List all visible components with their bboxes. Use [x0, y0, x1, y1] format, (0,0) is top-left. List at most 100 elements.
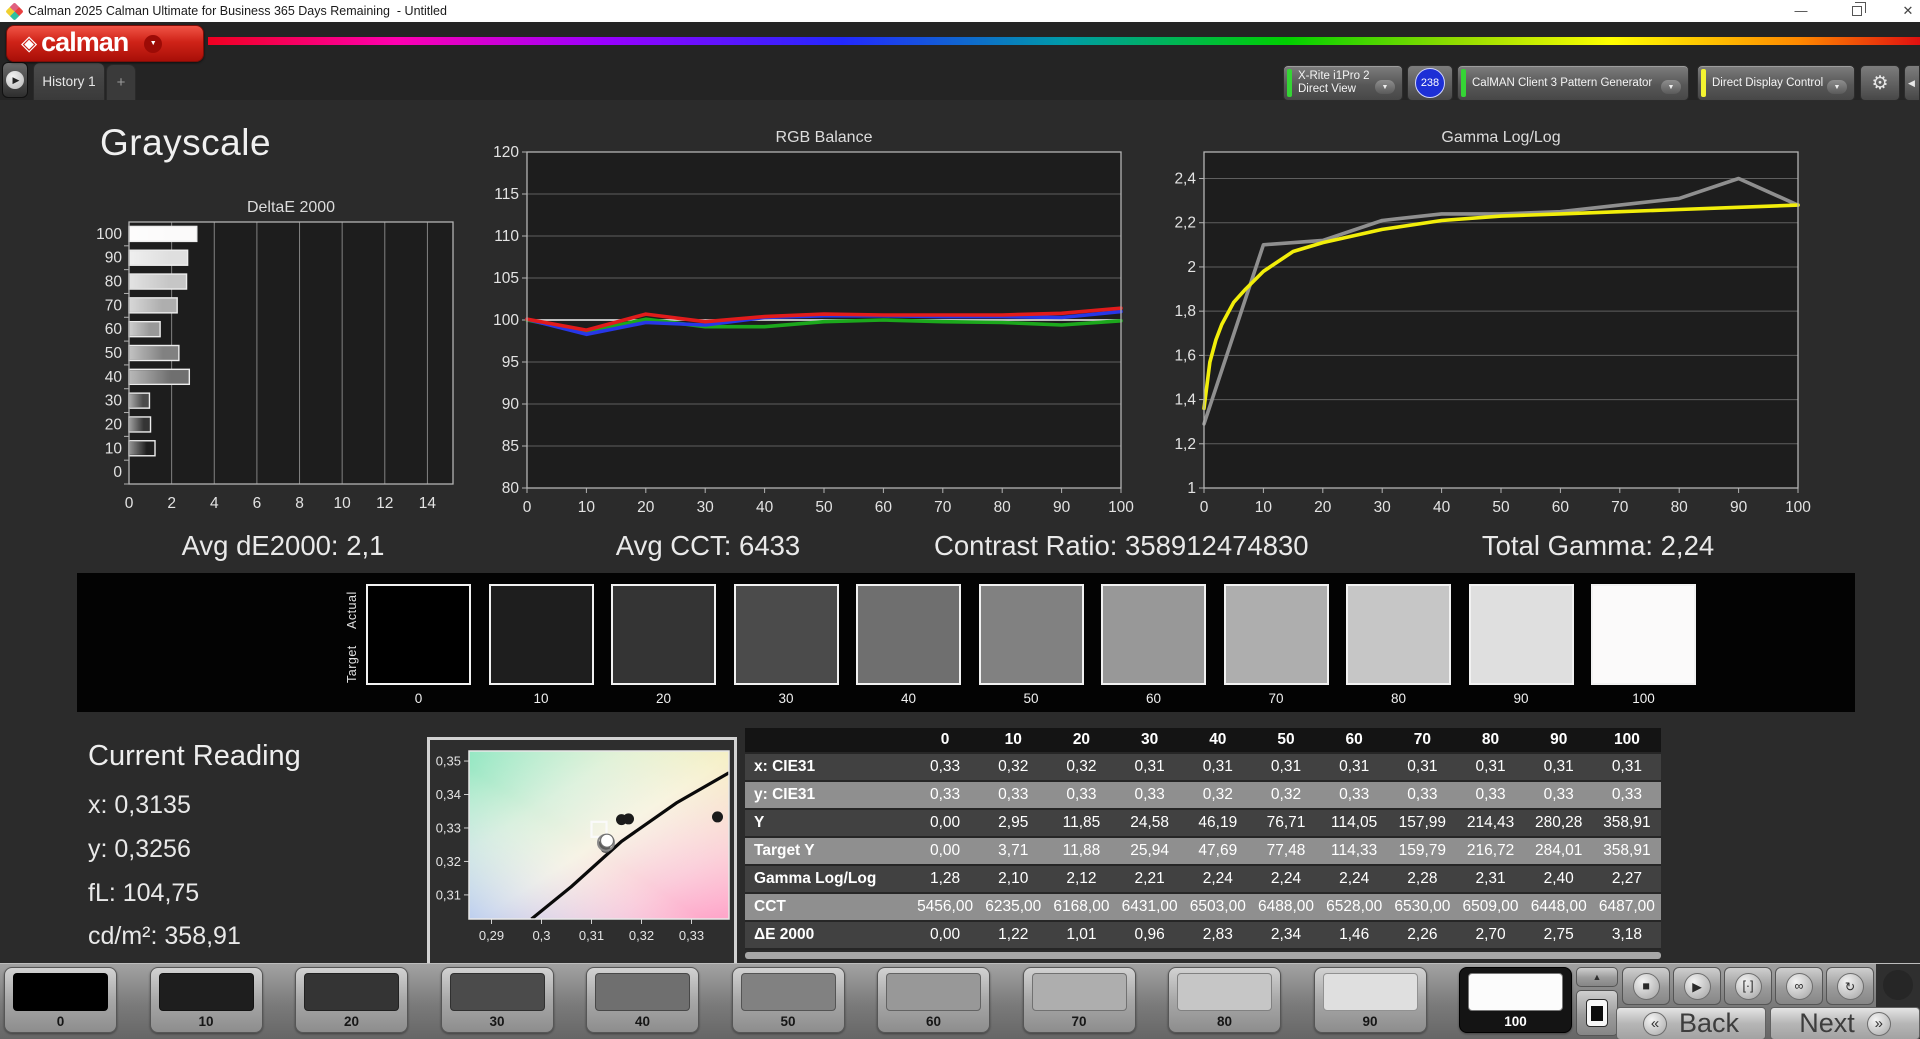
svg-text:12: 12	[376, 495, 393, 512]
chevron-down-icon: ▼	[1375, 80, 1395, 94]
restore-button[interactable]	[1842, 0, 1872, 21]
svg-text:100: 100	[96, 226, 122, 243]
svg-text:20: 20	[1314, 499, 1332, 516]
svg-text:0: 0	[113, 464, 122, 481]
pattern-window-icon	[1586, 999, 1608, 1027]
tile-patch	[1468, 973, 1563, 1011]
current-reading-title: Current Reading	[88, 740, 301, 772]
pattern-tile-100[interactable]: 100	[1459, 967, 1572, 1033]
svg-text:90: 90	[1053, 499, 1071, 516]
pattern-window-button[interactable]	[1576, 990, 1618, 1036]
svg-text:0,29: 0,29	[479, 928, 504, 943]
table-cell: 214,43	[1456, 810, 1525, 838]
meter-count-button[interactable]: 238	[1407, 65, 1453, 101]
grayscale-swatch-80: 80	[1346, 584, 1451, 706]
display-control-dropdown[interactable]: Direct Display Control ▼	[1697, 65, 1855, 101]
table-scrollbar[interactable]	[745, 952, 1661, 959]
table-col-header: 30	[1115, 728, 1184, 754]
tile-label: 80	[1216, 1014, 1233, 1029]
table-cell: 0,00	[911, 922, 980, 950]
svg-text:105: 105	[493, 270, 519, 287]
close-button[interactable]: ✕	[1893, 0, 1920, 21]
meter-dropdown[interactable]: X-Rite i1Pro 2 Direct View ▼	[1283, 65, 1403, 101]
svg-text:90: 90	[105, 250, 123, 267]
table-cell: 76,71	[1251, 810, 1321, 838]
table-col-header: 0	[911, 728, 980, 754]
pattern-tile-0[interactable]: 0	[4, 967, 117, 1033]
svg-text:80: 80	[105, 274, 123, 291]
svg-text:70: 70	[1611, 499, 1629, 516]
add-tab-button[interactable]: +	[106, 64, 136, 100]
stop-button[interactable]: ■	[1622, 967, 1670, 1005]
table-cell: 2,40	[1524, 866, 1593, 894]
table-cell: 2,75	[1524, 922, 1593, 950]
pattern-tile-60[interactable]: 60	[877, 967, 990, 1033]
table-cell: 0,33	[1115, 782, 1184, 810]
grayscale-swatch-40: 40	[856, 584, 961, 706]
pattern-tile-50[interactable]: 50	[731, 967, 845, 1033]
tile-patch	[13, 973, 108, 1011]
table-cell: 0,32	[1251, 782, 1321, 810]
table-cell: 46,19	[1183, 810, 1252, 838]
play-button[interactable]: ▶	[1673, 967, 1721, 1005]
table-cell: 0,31	[1320, 754, 1389, 782]
cie-chromaticity-chart: 0,31 0,32 0,33 0,34 0,35 0,29 0,3 0,31 0,32 0,33	[427, 737, 737, 966]
table-cell: 0,33	[979, 782, 1048, 810]
calman-menu-button[interactable]: ◈ calman ▼	[6, 25, 204, 62]
svg-text:0,33: 0,33	[436, 820, 461, 835]
pattern-tile-90[interactable]: 90	[1313, 967, 1427, 1033]
calman-window: Calman 2025 Calman Ultimate for Business…	[0, 0, 1920, 1039]
table-row-label: x: CIE31	[745, 754, 911, 782]
pattern-generator-dropdown[interactable]: CalMAN Client 3 Pattern Generator ▼	[1457, 65, 1689, 101]
svg-text:1,8: 1,8	[1174, 303, 1196, 320]
tile-patch	[1322, 973, 1418, 1011]
expand-pattern-bar-button[interactable]: ▲	[1576, 967, 1618, 987]
table-cell: 6168,00	[1047, 894, 1116, 922]
svg-text:30: 30	[1374, 499, 1392, 516]
swatch-patch	[488, 584, 594, 685]
tile-label: 50	[780, 1014, 796, 1029]
plus-icon: +	[116, 74, 126, 91]
table-corner-cell	[745, 728, 911, 754]
pattern-tile-40[interactable]: 40	[586, 967, 699, 1033]
table-cell: 157,99	[1388, 810, 1457, 838]
svg-text:50: 50	[815, 499, 833, 516]
grayscale-swatch-10: 10	[488, 584, 594, 706]
table-cell: 216,72	[1456, 838, 1525, 866]
svg-text:2,2: 2,2	[1174, 215, 1196, 232]
page-title: Grayscale	[100, 122, 272, 163]
table-cell: 6235,00	[979, 894, 1048, 922]
table-row-label: ΔE 2000	[745, 922, 911, 950]
table-cell: 0,31	[1183, 754, 1252, 782]
pattern-tile-20[interactable]: 20	[295, 967, 408, 1033]
tile-label: 20	[343, 1014, 360, 1029]
pattern-tile-30[interactable]: 30	[440, 967, 554, 1033]
pattern-tile-70[interactable]: 70	[1022, 967, 1136, 1033]
tile-label: 60	[925, 1014, 942, 1029]
next-button[interactable]: Next »	[1770, 1007, 1920, 1039]
svg-text:RGB Balance: RGB Balance	[776, 129, 873, 146]
continuous-button[interactable]: ∞	[1775, 967, 1823, 1005]
header: ◈ calman ▼ ▶ History 1 + X-Rite i1Pro 2D…	[0, 22, 1920, 101]
avg-cct-stat: Avg CCT: 6433	[615, 530, 801, 561]
settings-button[interactable]: ⚙	[1860, 65, 1900, 101]
table-cell: 11,88	[1047, 838, 1116, 866]
swatch-patch	[366, 584, 471, 685]
table-cell: 0,33	[1320, 782, 1389, 810]
table-cell: 2,12	[1047, 866, 1116, 894]
pattern-tile-80[interactable]: 80	[1168, 967, 1281, 1033]
collapse-panel-button[interactable]: ◀	[1904, 65, 1920, 101]
svg-text:1,2: 1,2	[1174, 436, 1196, 453]
calman-app-icon	[5, 1, 24, 21]
minimize-button[interactable]: —	[1786, 0, 1816, 21]
workflow-nav-button[interactable]: ▶	[2, 62, 28, 98]
table-cell: 1,22	[979, 922, 1048, 950]
swatch-patch	[1468, 584, 1574, 685]
loop-button[interactable]: ↻	[1826, 967, 1874, 1005]
single-measure-button[interactable]: [·]	[1724, 967, 1772, 1005]
svg-text:115: 115	[494, 186, 519, 203]
tab-history-1[interactable]: History 1	[33, 62, 105, 100]
back-button[interactable]: « Back	[1616, 1007, 1766, 1039]
play-icon: ▶	[6, 71, 24, 89]
pattern-tile-10[interactable]: 10	[149, 967, 263, 1033]
